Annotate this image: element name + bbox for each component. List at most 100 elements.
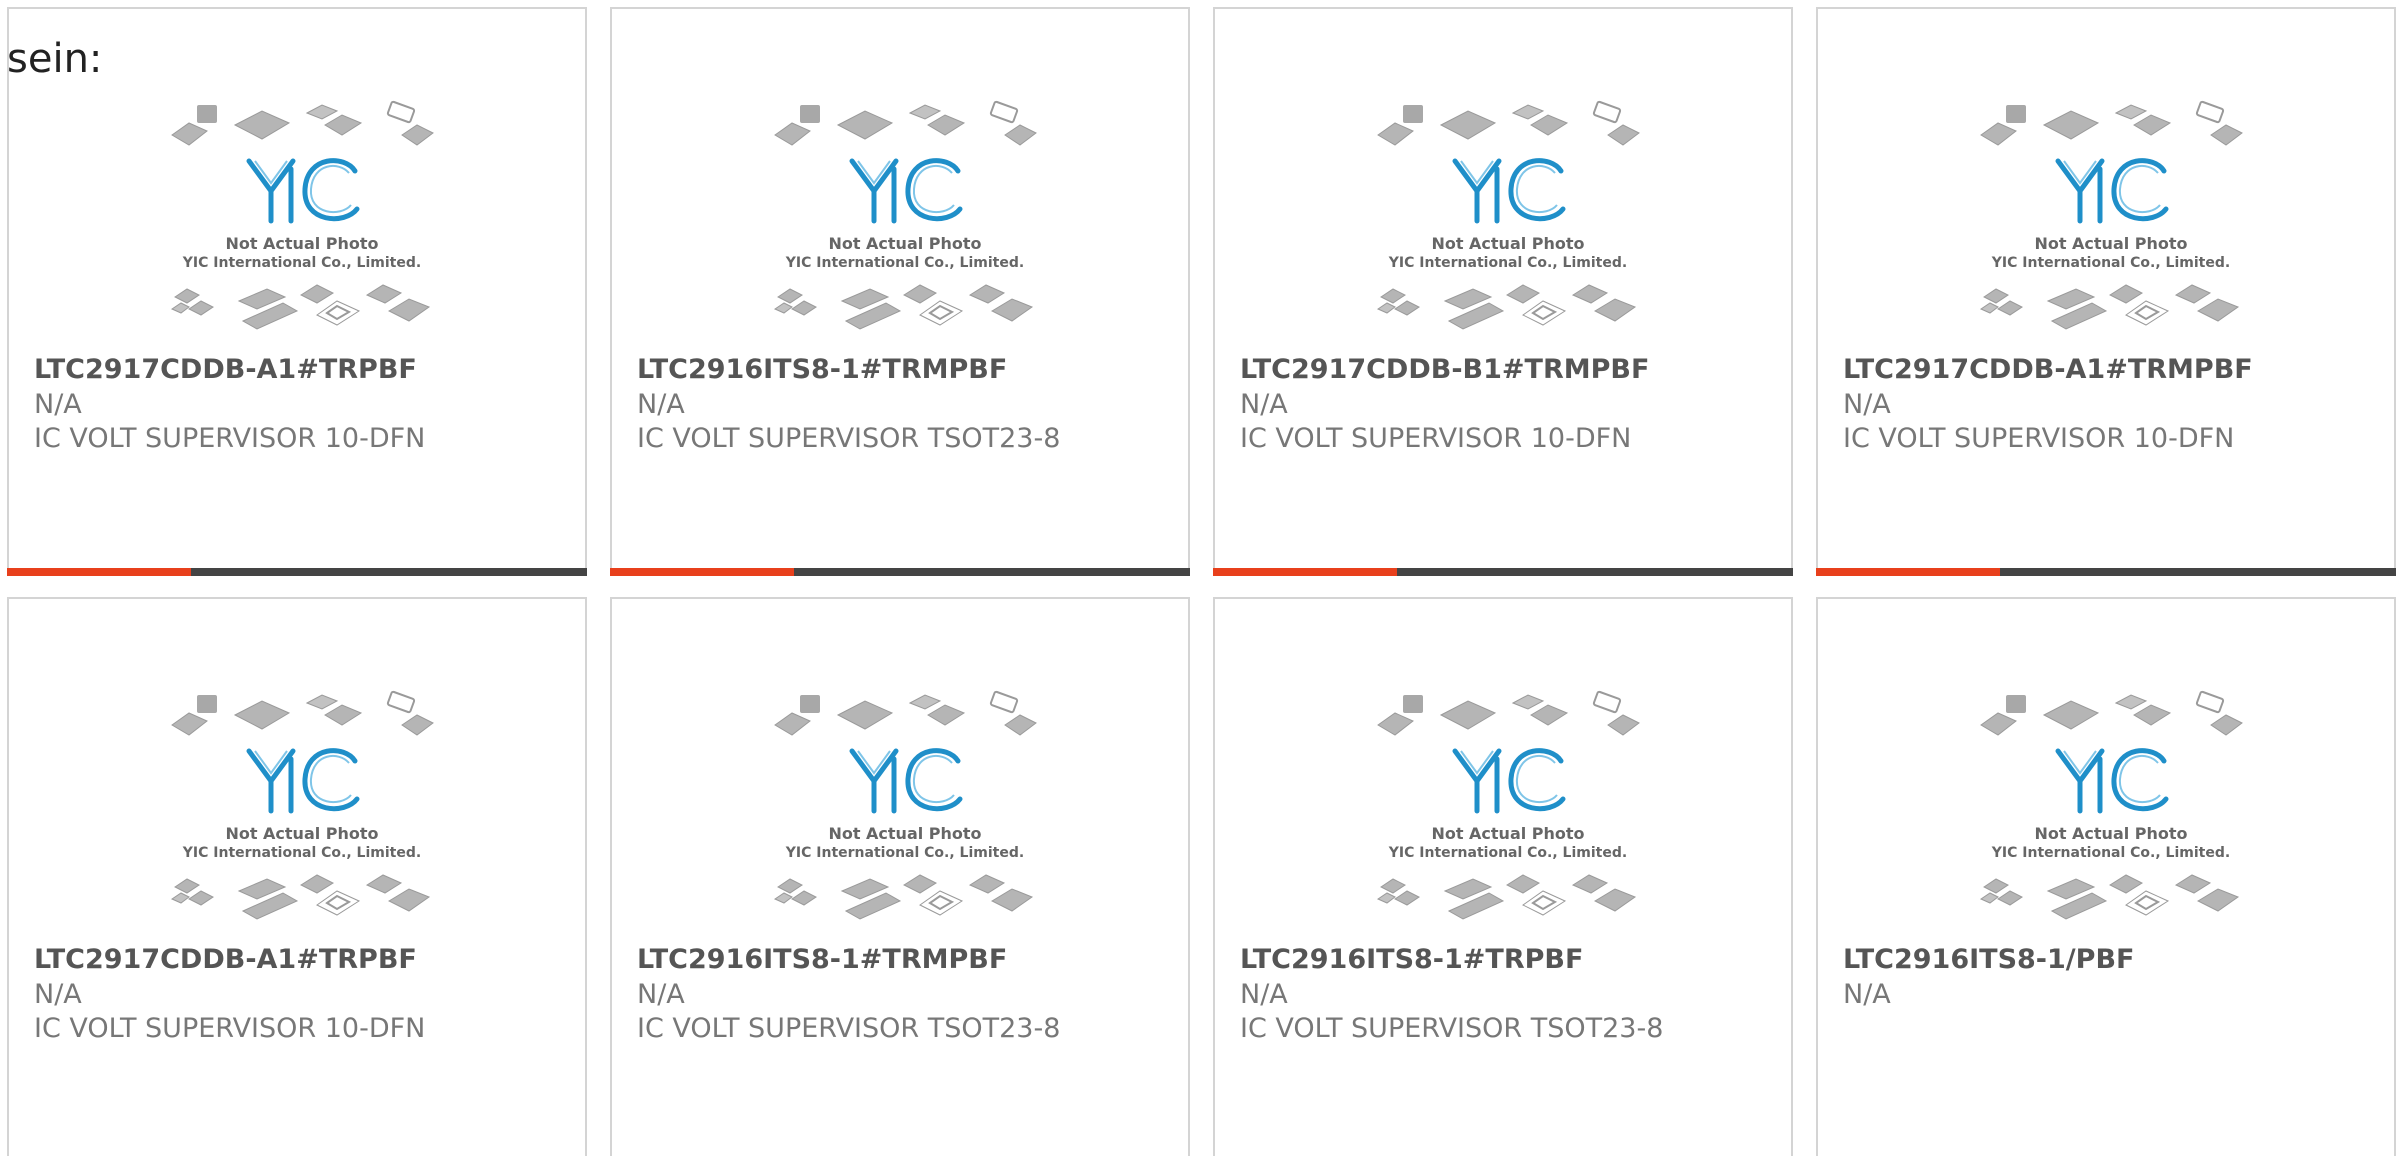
package-icons-top (1377, 100, 1640, 146)
chip-package-icon (2042, 700, 2100, 730)
card-footer-bar (7, 568, 587, 576)
chip-package-icon (401, 124, 434, 146)
chip-package-icon (908, 694, 942, 710)
card-footer-bar (1816, 568, 2396, 576)
chip-package-icon (1593, 298, 1637, 322)
product-card[interactable]: Not Actual Photo YIC International Co., L… (7, 7, 587, 576)
manufacturer-text: N/A (1843, 389, 1891, 420)
chip-package-icon (305, 694, 339, 710)
chip-package-icon (927, 114, 966, 136)
product-card[interactable]: Not Actual Photo YIC International Co., L… (7, 597, 587, 1156)
chip-package-icon (1530, 704, 1569, 726)
logo-stroke (2111, 748, 2169, 812)
chip-package-icon (1979, 892, 1999, 904)
product-image[interactable]: Not Actual Photo YIC International Co., L… (770, 689, 1040, 939)
logo-stroke (1452, 748, 1502, 784)
chip-package-icon (1983, 288, 2009, 304)
chip-package-icon (2108, 284, 2144, 304)
product-image[interactable]: Not Actual Photo YIC International Co., L… (1976, 689, 2246, 939)
product-card[interactable]: Not Actual Photo YIC International Co., L… (1213, 7, 1793, 576)
product-image[interactable]: Not Actual Photo YIC International Co., L… (1373, 99, 1643, 349)
placeholder-caption-line2: YIC International Co., Limited. (785, 845, 1024, 861)
chip-package-icon (299, 284, 335, 304)
part-number-link[interactable]: LTC2916ITS8-1#TRPBF (1240, 944, 1583, 975)
placeholder-caption-line1: Not Actual Photo (1431, 824, 1584, 843)
part-number-link[interactable]: LTC2917CDDB-B1#TRMPBF (1240, 354, 1649, 385)
product-card[interactable]: Not Actual Photo YIC International Co., L… (1816, 7, 2396, 576)
chip-package-icon (1380, 878, 1406, 894)
product-image[interactable]: Not Actual Photo YIC International Co., L… (770, 99, 1040, 349)
product-card[interactable]: Not Actual Photo YIC International Co., L… (610, 597, 1190, 1156)
package-icons-top (171, 100, 434, 146)
manufacturer-text: N/A (1240, 979, 1288, 1010)
chip-package-icon (1511, 694, 1545, 710)
product-image[interactable]: Not Actual Photo YIC International Co., L… (167, 689, 437, 939)
chip-package-icon (2210, 124, 2243, 146)
placeholder-caption-line1: Not Actual Photo (2034, 234, 2187, 253)
description-text: IC VOLT SUPERVISOR 10-DFN (1843, 423, 2235, 454)
placeholder-caption-line2: YIC International Co., Limited. (182, 255, 421, 271)
chip-package-icon (299, 874, 335, 894)
chip-package-icon (968, 284, 1006, 304)
part-number-link[interactable]: LTC2916ITS8-1#TRMPBF (637, 944, 1007, 975)
placeholder-caption-line1: Not Actual Photo (828, 234, 981, 253)
package-icons-top (171, 690, 434, 736)
chip-package-icon (2174, 284, 2212, 304)
chip-package-icon (1505, 874, 1541, 894)
chip-package-icon (1980, 712, 2017, 736)
chip-package-icon (989, 100, 1019, 124)
description-text: IC VOLT SUPERVISOR TSOT23-8 (637, 1013, 1061, 1044)
product-card[interactable]: Not Actual Photo YIC International Co., L… (610, 7, 1190, 576)
chip-package-icon (1004, 124, 1037, 146)
product-card[interactable]: Not Actual Photo YIC International Co., L… (1816, 597, 2396, 1156)
product-card[interactable]: Not Actual Photo YIC International Co., L… (1213, 597, 1793, 1156)
chip-package-icon (1592, 100, 1622, 124)
chip-package-icon (1593, 888, 1637, 912)
chip-package-icon (836, 110, 894, 140)
description-text: IC VOLT SUPERVISOR TSOT23-8 (637, 423, 1061, 454)
chip-package-icon (1979, 302, 1999, 314)
chip-package-icon (2196, 298, 2240, 322)
product-image[interactable]: Not Actual Photo YIC International Co., L… (1373, 689, 1643, 939)
manufacturer-text: N/A (637, 389, 685, 420)
chip-package-icon (1376, 302, 1396, 314)
chip-package-icon (1439, 110, 1497, 140)
part-number-link[interactable]: LTC2917CDDB-A1#TRMPBF (1843, 354, 2253, 385)
part-number-link[interactable]: LTC2916ITS8-1#TRMPBF (637, 354, 1007, 385)
chip-package-icon (927, 704, 966, 726)
part-number-link[interactable]: LTC2916ITS8-1/PBF (1843, 944, 2134, 975)
chip-package-icon (777, 288, 803, 304)
chip-package-icon (791, 890, 817, 906)
chip-package-icon (2133, 114, 2172, 136)
part-number-link[interactable]: LTC2917CDDB-A1#TRPBF (34, 944, 417, 975)
product-image[interactable]: Not Actual Photo YIC International Co., L… (167, 99, 437, 349)
chip-package-icon (2006, 105, 2026, 123)
chip-package-icon (968, 874, 1006, 894)
logo-stroke (309, 165, 352, 213)
card-accent-bar (1816, 568, 2000, 576)
manufacturer-text: N/A (34, 389, 82, 420)
placeholder-caption-line1: Not Actual Photo (225, 234, 378, 253)
part-number-link[interactable]: LTC2917CDDB-A1#TRPBF (34, 354, 417, 385)
package-icons-bottom (1979, 284, 2240, 330)
chip-package-icon (1983, 878, 2009, 894)
description-text: IC VOLT SUPERVISOR 10-DFN (34, 1013, 426, 1044)
logo-stroke (1515, 755, 1558, 803)
description-text: IC VOLT SUPERVISOR 10-DFN (1240, 423, 1632, 454)
chip-package-icon (1571, 874, 1609, 894)
placeholder-caption-line2: YIC International Co., Limited. (182, 845, 421, 861)
placeholder-caption-line1: Not Actual Photo (828, 824, 981, 843)
chip-package-icon (791, 300, 817, 316)
chip-package-icon (777, 878, 803, 894)
logo-stroke (2055, 748, 2105, 784)
product-image[interactable]: Not Actual Photo YIC International Co., L… (1976, 99, 2246, 349)
placeholder-caption-line2: YIC International Co., Limited. (1991, 255, 2230, 271)
chip-package-icon (800, 105, 820, 123)
logo-stroke (1508, 748, 1566, 812)
chip-package-icon (324, 114, 363, 136)
description-text: IC VOLT SUPERVISOR 10-DFN (34, 423, 426, 454)
chip-package-icon (174, 878, 200, 894)
manufacturer-text: N/A (637, 979, 685, 1010)
logo-stroke (302, 158, 360, 222)
chip-package-icon (1439, 700, 1497, 730)
